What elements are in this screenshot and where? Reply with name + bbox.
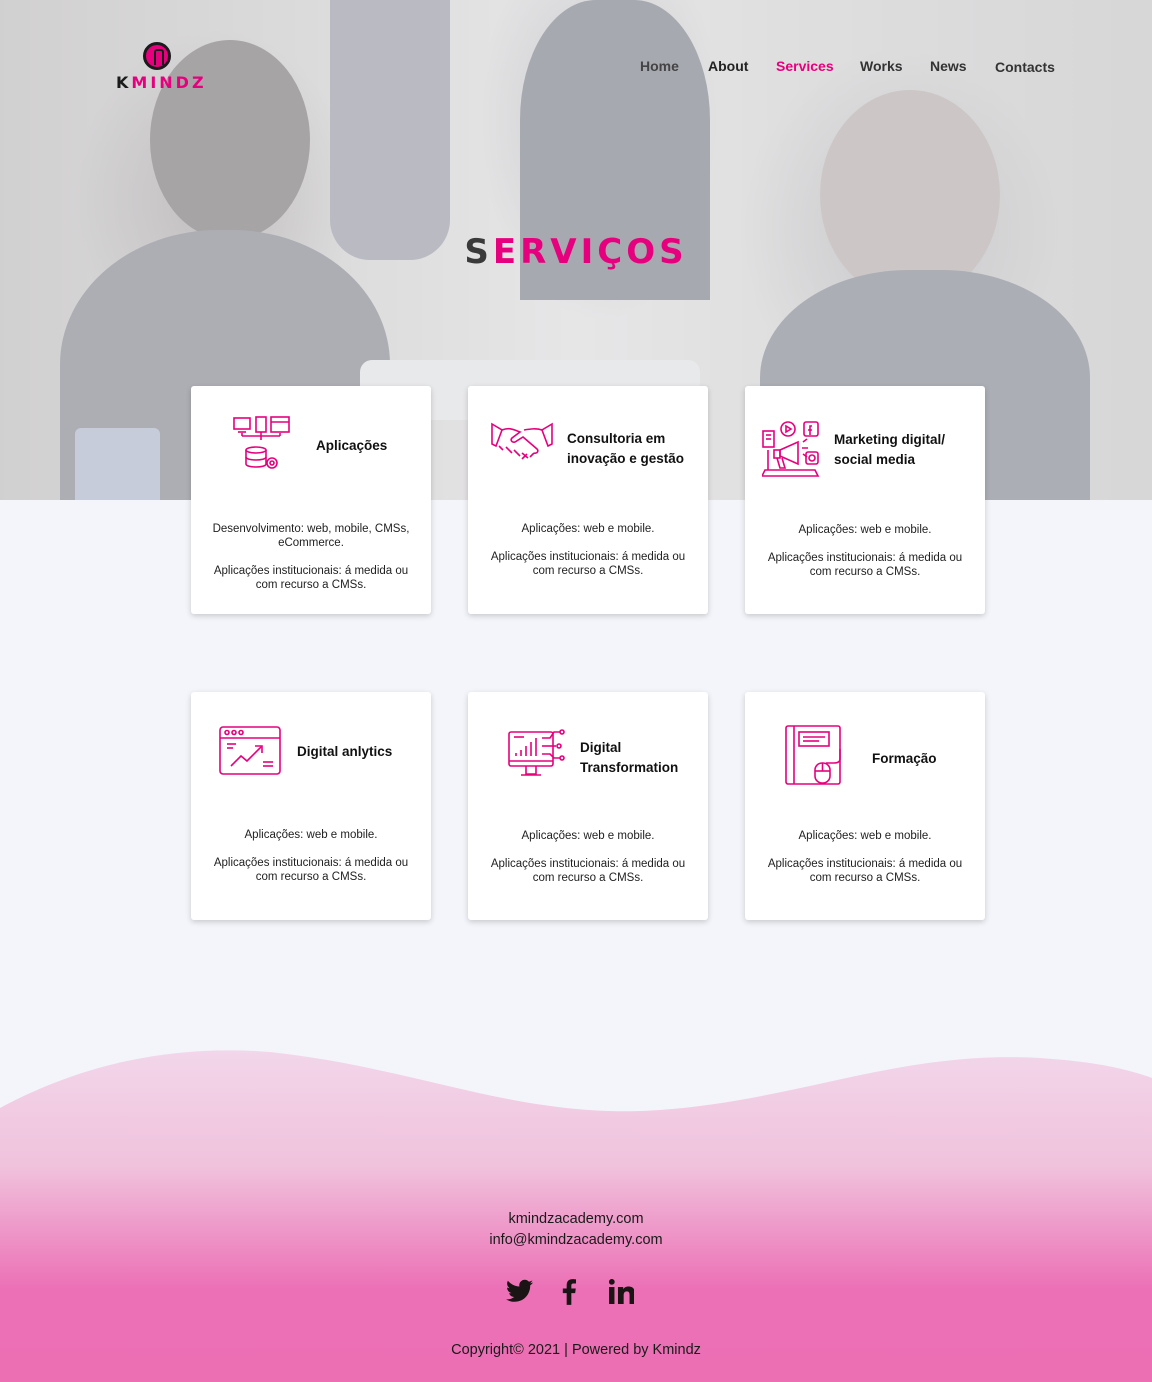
nav-home[interactable]: Home <box>640 58 679 74</box>
social-links <box>0 1279 1152 1309</box>
linkedin-icon[interactable] <box>609 1279 636 1309</box>
service-card-aplicacoes[interactable]: Aplicações Desenvolvimento: web, mobile,… <box>191 386 431 614</box>
service-description: Desenvolvimento: web, mobile, CMSs, eCom… <box>212 523 410 591</box>
service-card-formacao[interactable]: Formação Aplicações: web e mobile. Aplic… <box>745 692 985 920</box>
kmindz-logo[interactable]: KMINDZ <box>116 42 204 94</box>
service-title: Marketing digital/social media <box>834 432 946 467</box>
nav-about[interactable]: About <box>708 58 748 74</box>
service-card-marketing[interactable]: Marketing digital/social media Aplicaçõe… <box>745 386 985 614</box>
training-book-icon <box>785 725 845 787</box>
service-description: Aplicações: web e mobile. Aplicações ins… <box>767 524 963 578</box>
service-title: Digital Transformation <box>580 740 679 775</box>
footer-website-link[interactable]: kmindzacademy.com <box>0 1211 1152 1227</box>
nav-works[interactable]: Works <box>860 58 903 74</box>
megaphone-icon <box>762 420 820 478</box>
service-title: Consultoria em inovação e gestão <box>567 431 685 466</box>
facebook-icon[interactable] <box>562 1279 576 1310</box>
service-card-consultoria[interactable]: Consultoria em inovação e gestão Aplicaçõ… <box>468 386 708 614</box>
nav-news[interactable]: News <box>930 58 967 74</box>
service-card-digital-transformation[interactable]: Digital Transformation Aplicações: web e … <box>468 692 708 920</box>
applications-icon <box>233 416 291 474</box>
footer-copyright: Copyright© 2021 | Powered by Kmindz <box>451 1342 701 1358</box>
service-description: Aplicações: web e mobile. Aplicações ins… <box>490 830 686 884</box>
analytics-icon <box>219 726 281 776</box>
service-title: Formação <box>872 751 937 766</box>
logo-wordmark: KMINDZ <box>116 73 207 92</box>
service-description: Aplicações: web e mobile. Aplicações ins… <box>490 523 686 577</box>
page-title: SERVIÇOS <box>464 232 688 272</box>
service-title: Aplicações <box>316 438 388 453</box>
handshake-icon <box>491 422 553 468</box>
digital-transformation-icon <box>508 728 566 784</box>
logo-badge-icon <box>143 42 171 70</box>
nav-contacts[interactable]: Contacts <box>995 59 1055 75</box>
service-title: Digital anlytics <box>297 744 393 759</box>
nav-services[interactable]: Services <box>776 58 834 74</box>
service-description: Aplicações: web e mobile. Aplicações ins… <box>213 829 409 883</box>
footer-email-link[interactable]: info@kmindzacademy.com <box>0 1232 1152 1248</box>
service-description: Aplicações: web e mobile. Aplicações ins… <box>767 830 963 884</box>
twitter-icon[interactable] <box>506 1279 533 1308</box>
service-card-digital-analytics[interactable]: Digital anlytics Aplicações: web e mobil… <box>191 692 431 920</box>
